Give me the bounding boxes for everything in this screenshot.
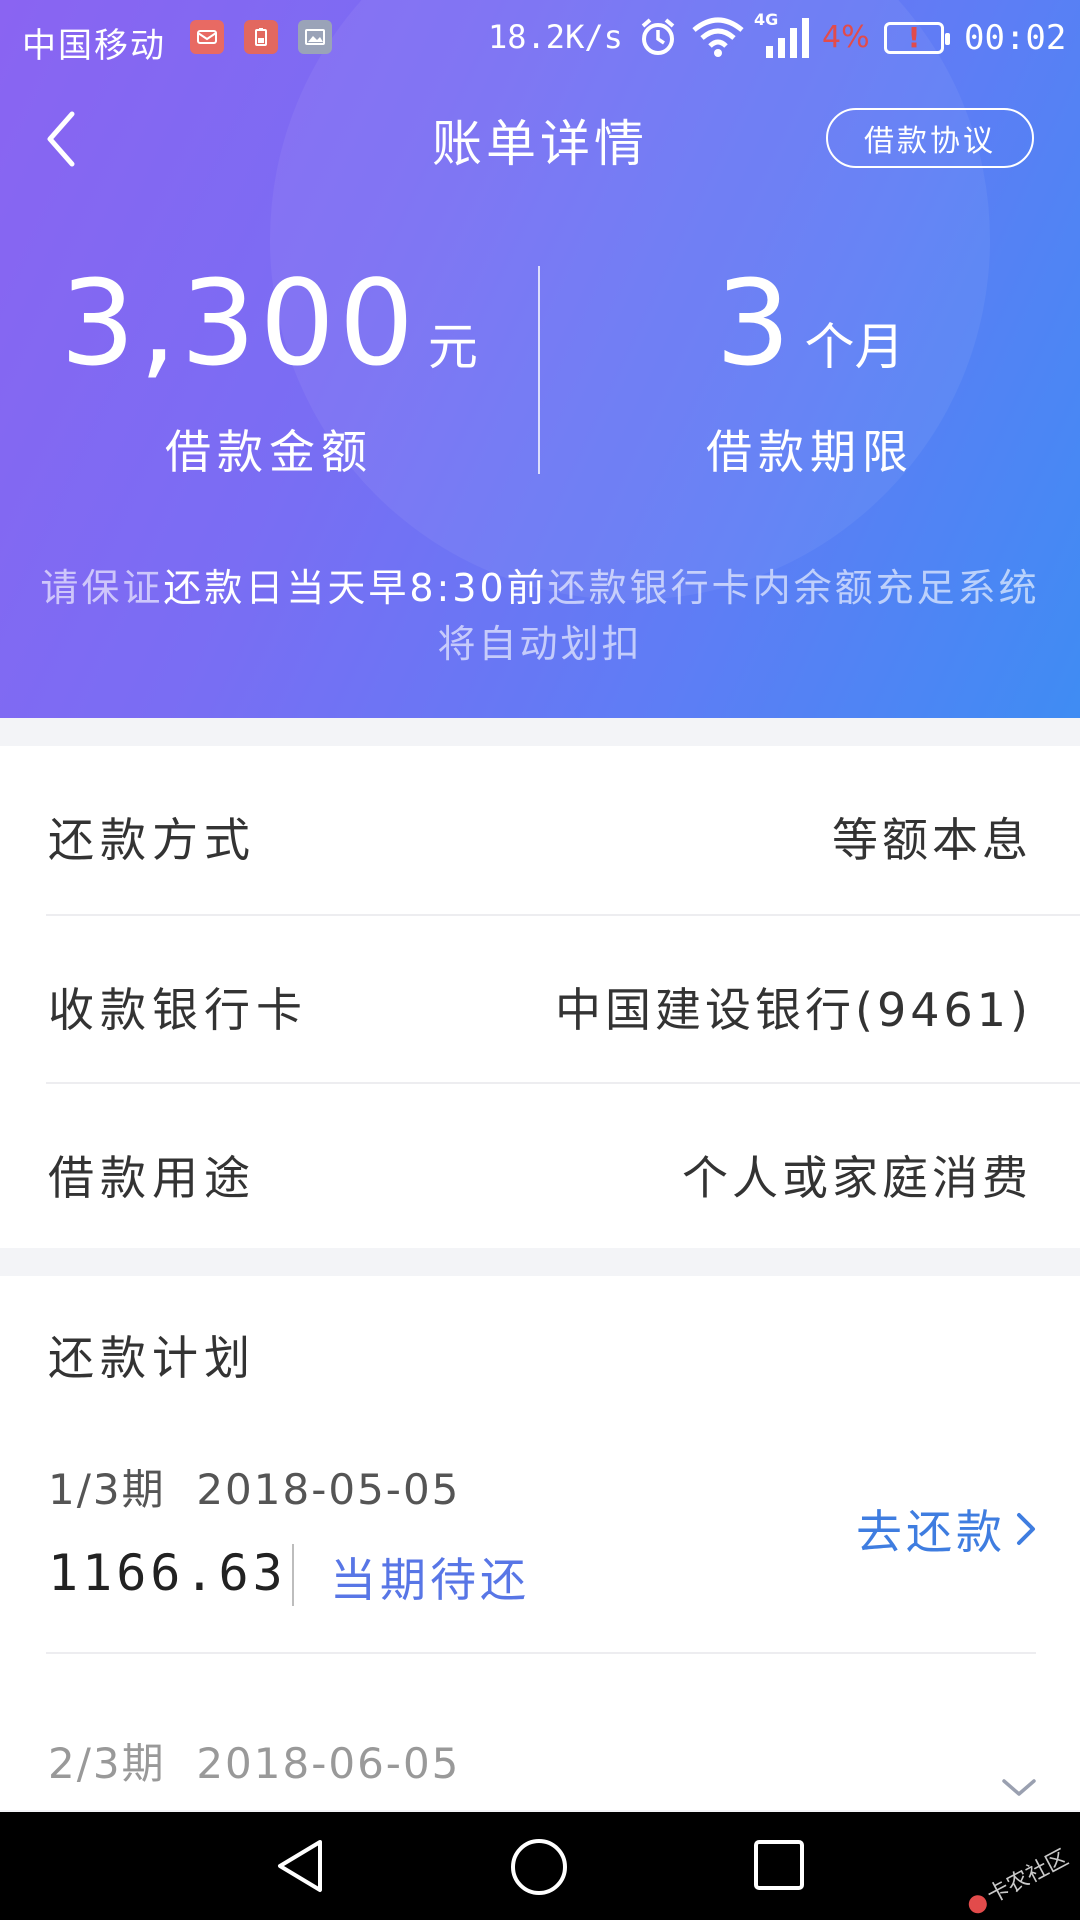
plan-period: 1/3期: [48, 1465, 166, 1514]
loan-detail-card: 还款方式 等额本息 收款银行卡 中国建设银行(9461) 借款用途 个人或家庭消…: [0, 746, 1080, 1248]
detail-value: 中国建设银行(9461): [555, 983, 1032, 1037]
plan-item: 2/3期 2018-06-05: [0, 1730, 1080, 1800]
detail-row-loan-purpose: 借款用途 个人或家庭消费: [0, 1084, 1080, 1252]
loan-term-value: 3: [715, 254, 795, 392]
watermark-logo-icon: [965, 1892, 990, 1917]
chevron-down-icon[interactable]: [1000, 1776, 1038, 1800]
repayment-plan-card: 还款计划 1/3期 2018-05-05 1166.63 当期待还 去还款 2/…: [0, 1276, 1080, 1810]
plan-status-badge: 当期待还: [330, 1553, 530, 1607]
plan-period-date: 2/3期 2018-06-05: [48, 1730, 460, 1791]
loan-term-unit: 个月: [804, 318, 905, 376]
loan-amount-caption: 借款金额: [165, 425, 373, 479]
back-button[interactable]: [40, 104, 100, 174]
plan-period: 2/3期: [48, 1739, 166, 1788]
loan-term-block: 3 个月 借款期限: [540, 258, 1080, 488]
watermark-text: 卡农社区: [983, 1845, 1073, 1909]
chevron-right-icon: [1017, 1513, 1035, 1545]
chevron-left-icon: [47, 111, 75, 167]
plan-period-date: 1/3期 2018-05-05: [48, 1456, 460, 1517]
system-navigation-bar: 卡农社区: [0, 1812, 1080, 1920]
plan-amount: 1166.63: [48, 1544, 287, 1602]
detail-value: 个人或家庭消费: [682, 1151, 1032, 1205]
plan-item: 1/3期 2018-05-05 1166.63 当期待还 去还款: [0, 1456, 1080, 1660]
nav-back-icon[interactable]: [270, 1836, 330, 1896]
watermark: 卡农社区: [961, 1840, 1073, 1920]
gallery-icon: [298, 20, 332, 54]
repay-now-label: 去还款: [856, 1505, 1006, 1559]
detail-label: 还款方式: [48, 813, 256, 867]
repayment-notice: 请保证还款日当天早8:30前还款银行卡内余额充足系统将自动划扣: [40, 560, 1040, 672]
loan-agreement-button[interactable]: 借款协议: [826, 108, 1034, 168]
nav-recent-apps-icon[interactable]: [750, 1836, 808, 1894]
amount-divider: [292, 1544, 294, 1606]
repay-now-button[interactable]: 去还款: [856, 1496, 1038, 1562]
bill-summary-header: 中国移动 18.2K/s 4G 4% ! 00:02 账单详情 借款协议 3,3…: [0, 0, 1080, 718]
detail-value: 等额本息: [832, 813, 1032, 867]
loan-term-caption: 借款期限: [706, 425, 914, 479]
detail-row-repayment-method: 还款方式 等额本息: [0, 746, 1080, 914]
battery-percent: 4%: [822, 20, 870, 55]
notice-text-part1: 请保证: [40, 566, 164, 610]
repayment-plan-title: 还款计划: [48, 1331, 256, 1385]
plan-date: 2018-06-05: [196, 1739, 461, 1788]
alarm-icon: [638, 16, 678, 62]
battery-icon: !: [884, 21, 950, 54]
detail-row-bank-card: 收款银行卡 中国建设银行(9461): [0, 916, 1080, 1084]
detail-label: 借款用途: [48, 1151, 256, 1205]
detail-label: 收款银行卡: [48, 983, 308, 1037]
nav-home-icon[interactable]: [508, 1836, 570, 1898]
loan-amount-block: 3,300 元 借款金额: [0, 258, 538, 488]
loan-amount-unit: 元: [427, 318, 478, 376]
battery-tip-icon: [244, 20, 278, 54]
loan-amount-value: 3,300: [60, 254, 418, 392]
carrier-name: 中国移动: [22, 26, 166, 66]
notice-text-highlight: 还款日当天早8:30前: [163, 566, 548, 610]
mail-icon: [190, 20, 224, 54]
wifi-icon: [690, 16, 746, 62]
clock: 00:02: [964, 18, 1067, 58]
plan-date: 2018-05-05: [196, 1465, 461, 1514]
signal-icon: [764, 16, 814, 64]
network-speed: 18.2K/s: [488, 18, 623, 56]
row-divider: [46, 1652, 1036, 1654]
battery-alert: !: [907, 21, 921, 54]
bill-detail-screen: 中国移动 18.2K/s 4G 4% ! 00:02 账单详情 借款协议 3,3…: [0, 0, 1080, 1920]
status-bar: 中国移动 18.2K/s 4G 4% ! 00:02: [0, 0, 1080, 76]
